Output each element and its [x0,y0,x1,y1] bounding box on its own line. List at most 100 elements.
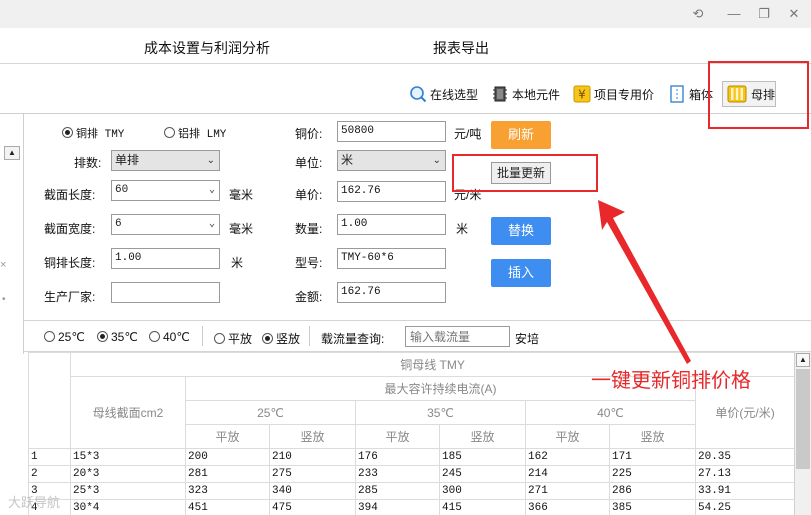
qty-label: 数量: [295,222,323,236]
flat-radio[interactable]: 平放 [214,330,252,347]
model-input[interactable]: TMY-60*6 [337,248,446,269]
close-icon[interactable]: ✕ [786,6,802,22]
cell: 210 [269,448,356,466]
svg-text:¥: ¥ [578,88,586,102]
amount-label: 金额: [295,290,323,304]
enclosure-button[interactable]: 箱体 [668,83,713,105]
chevron-down-icon: ⌄ [432,155,441,166]
table-row[interactable]: 4 30*4 451 475 394 415 366 385 54.25 [28,499,794,515]
vertical-subheader: 竖放 [269,424,356,449]
cell: 171 [609,448,696,466]
cell: 214 [525,465,610,483]
table-row[interactable]: 3 25*3 323 340 285 300 271 286 33.91 [28,482,794,500]
meter-unit: 米 [231,256,244,270]
cell: 162 [525,448,610,466]
cell: 366 [525,499,610,515]
section-width-select[interactable]: 6 ⌄ [111,214,220,235]
menu-bar: 成本设置与利润分析 报表导出 [0,28,811,64]
temp-header-40: 40℃ [525,400,696,425]
cell: 30*4 [70,499,186,515]
project-price-label: 项目专用价 [594,87,655,102]
section-length-label: 截面长度: [44,188,96,202]
section-width-label: 截面宽度: [44,222,96,236]
table-row[interactable]: 2 20*3 281 275 233 245 214 225 27.13 [28,465,794,483]
maker-label: 生产厂家: [44,290,96,304]
divider [309,326,310,346]
radio-selected-icon [97,331,108,342]
unit-price-input[interactable]: 162.76 [337,181,446,202]
table-row[interactable]: 1 15*3 200 210 176 185 162 171 20.35 [28,448,794,466]
online-selection-button[interactable]: 在线选型 [409,83,478,105]
section-width-value: 6 [115,218,122,230]
vertical-label: 竖放 [276,332,301,346]
chevron-down-icon: ⌄ [208,185,215,196]
radio-unselected-icon [164,127,175,138]
qty-input[interactable]: 1.00 [337,214,446,235]
copper-radio[interactable]: 铜排 TMY [62,125,124,141]
search-globe-icon [410,86,427,103]
unit-price-label: 单价: [295,188,323,202]
yen-icon: ¥ [573,85,591,103]
vertical-radio[interactable]: 竖放 [262,330,300,347]
section-header: 母线截面cm2 [70,376,186,449]
unit-label: 单位: [295,156,323,170]
cell: 54.25 [694,499,794,515]
toolbar: 在线选型 本地元件 ¥ 项目专用价 箱体 母排 [0,64,811,114]
filter-row: 25℃ 35℃ 40℃ 平放 竖放 载流量查询: 安培 [24,320,811,352]
menu-cost-profit[interactable]: 成本设置与利润分析 [144,38,270,58]
length-input[interactable]: 1.00 [111,248,220,269]
scroll-up-icon[interactable]: ▲ [796,353,810,367]
online-selection-label: 在线选型 [430,87,479,102]
temp-40-label: 40℃ [163,330,190,344]
section-length-select[interactable]: 60 ⌄ [111,180,220,201]
maximize-icon[interactable]: ❐ [756,6,772,22]
cell: 1 [28,448,71,466]
table-scrollbar[interactable]: ▲ [794,352,811,515]
cell: 20.35 [694,448,794,466]
temp-40-radio[interactable]: 40℃ [149,330,190,344]
cell: 233 [355,465,440,483]
cell: 15*3 [70,448,186,466]
cell: 323 [185,482,270,500]
current-query-input[interactable] [405,326,510,347]
annotation-text: 一键更新铜排价格 [591,370,751,392]
local-components-label: 本地元件 [512,87,561,102]
maker-input[interactable] [111,282,220,303]
cell: 281 [185,465,270,483]
highlight-busbar-box [708,61,809,129]
minimize-icon[interactable]: — [726,6,742,22]
temp-25-radio[interactable]: 25℃ [44,330,85,344]
copper-price-input[interactable]: 50800 [337,121,446,142]
unit-select[interactable]: 米 ⌄ [337,150,446,171]
scroll-thumb[interactable] [796,369,810,469]
cell: 27.13 [694,465,794,483]
replace-button[interactable]: 替换 [491,217,551,245]
cell: 200 [185,448,270,466]
dot-icon: • [2,294,6,305]
cell: 340 [269,482,356,500]
menu-report-export[interactable]: 报表导出 [433,38,489,58]
cell: 451 [185,499,270,515]
copper-radio-label: 铜排 TMY [76,129,125,141]
scroll-up-icon[interactable]: ▲ [4,146,20,160]
project-price-button[interactable]: ¥ 项目专用价 [573,83,654,105]
aluminum-radio[interactable]: 铝排 LMY [164,125,226,141]
highlight-batch-update-box [452,154,598,192]
flat-label: 平放 [228,332,253,346]
local-components-button[interactable]: 本地元件 [491,83,560,105]
cell: 285 [355,482,440,500]
rows-select[interactable]: 单排 ⌄ [111,150,220,171]
busbar-form: 铜排 TMY 铝排 LMY 排数: 单排 ⌄ 截面长度: 60 ⌄ 毫米 截面宽度:… [24,114,811,320]
amount-input[interactable]: 162.76 [337,282,446,303]
close-small-icon[interactable]: × [0,259,6,271]
cell: 385 [609,499,696,515]
rows-select-value: 单排 [115,153,140,167]
refresh-button[interactable]: 刷新 [491,121,551,149]
refresh-window-icon[interactable]: ⟲ [690,6,706,22]
flat-subheader: 平放 [185,424,270,449]
vertical-subheader: 竖放 [609,424,696,449]
radio-selected-icon [262,333,273,344]
length-label: 铜排长度: [44,256,96,270]
insert-button[interactable]: 插入 [491,259,551,287]
temp-35-radio[interactable]: 35℃ [97,330,138,344]
